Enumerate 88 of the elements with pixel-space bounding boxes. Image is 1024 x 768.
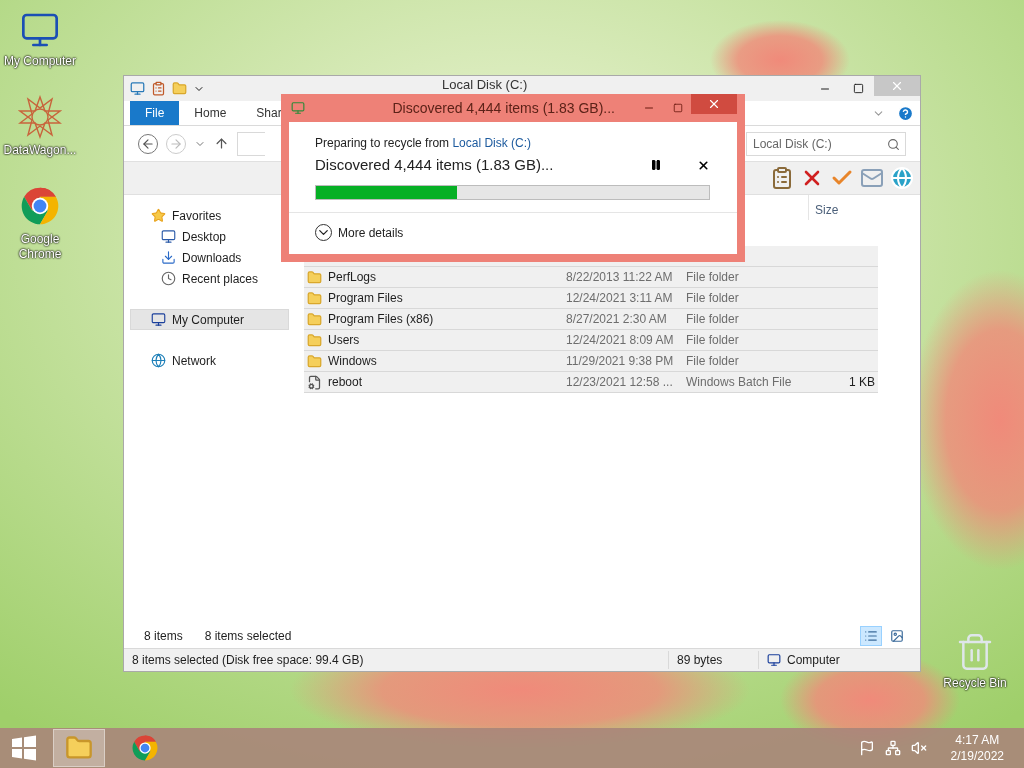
selected-count: 8 items selected: [204, 627, 292, 645]
clock-icon: [161, 271, 176, 286]
network-icon[interactable]: [884, 740, 901, 756]
window-title: Local Disk (C:): [442, 77, 528, 93]
file-row[interactable]: Users 12/24/2021 8:09 AM File folder: [304, 330, 878, 351]
explorer-taskbar-button[interactable]: [53, 729, 105, 767]
network-icon: [151, 353, 166, 368]
sidebar-label: Downloads: [182, 249, 242, 267]
date-cell-text: 8/27/2021 2:30 AM: [566, 311, 668, 328]
file-menu-tab[interactable]: File: [130, 101, 180, 125]
sidebar-label: Favorites: [172, 207, 222, 225]
date-cell-text: 11/29/2021 9:38 PM: [566, 353, 675, 370]
maximize-icon[interactable]: [853, 83, 864, 94]
file-name: reboot: [328, 374, 363, 391]
more-details-button[interactable]: More details: [289, 223, 737, 242]
type-cell-text: File folder: [686, 353, 740, 370]
date-cell-text: 12/24/2021 8:09 AM: [566, 332, 675, 349]
desktop-icon: [161, 229, 176, 244]
details-view-button[interactable]: [860, 625, 882, 646]
status-location: Computer: [787, 652, 840, 669]
help-icon[interactable]: [897, 104, 914, 122]
search-icon: [887, 137, 900, 151]
picture-icon: [890, 628, 904, 643]
dialog-title: Discovered 4,444 items (1.83 GB)...: [392, 98, 615, 118]
file-name: Program Files (x86): [328, 311, 434, 328]
date-cell-text: 12/24/2021 3:11 AM: [566, 290, 674, 307]
sidebar-item[interactable]: Network: [130, 350, 289, 371]
sidebar-label: Network: [172, 352, 216, 370]
globe-icon[interactable]: [890, 166, 914, 190]
envelope-icon[interactable]: [860, 166, 884, 190]
folder-icon: [307, 269, 322, 285]
item-count: 8 items: [144, 627, 183, 645]
muted-speaker-icon[interactable]: [910, 740, 927, 756]
search-field[interactable]: Local Disk (C:): [746, 131, 906, 156]
file-name: Program Files: [328, 290, 403, 307]
size-cell: 1 KB: [849, 375, 875, 389]
new-folder-icon[interactable]: [172, 81, 187, 96]
source-link[interactable]: Local Disk (C:): [452, 136, 532, 150]
folder-icon: [65, 734, 93, 762]
clipboard-icon[interactable]: [770, 166, 794, 190]
pause-icon[interactable]: [650, 159, 662, 172]
date-cell-text: 12/23/2021 12:58 ...: [566, 374, 674, 391]
file-row[interactable]: PerfLogs 8/22/2013 11:22 AM File folder: [304, 267, 878, 288]
computer-icon: [151, 312, 166, 327]
file-name: Users: [328, 332, 360, 349]
cancel-icon[interactable]: [697, 158, 710, 172]
file-row[interactable]: reboot 12/23/2021 12:58 ... Windows Batch File 1 KB: [304, 372, 878, 393]
star-icon: [151, 208, 166, 223]
type-cell-text: File folder: [686, 311, 740, 328]
file-row[interactable]: Program Files 12/24/2021 3:11 AM File folder: [304, 288, 878, 309]
close-icon: [707, 97, 721, 111]
start-button[interactable]: [11, 735, 37, 761]
sidebar-label: Desktop: [182, 228, 227, 246]
folder-icon: [307, 290, 322, 306]
ribbon-tab[interactable]: Home: [179, 101, 242, 125]
download-icon: [161, 250, 176, 265]
type-cell-text: File folder: [686, 269, 740, 286]
sidebar-item[interactable]: My Computer: [130, 309, 289, 330]
status-text: 8 items selected (Disk free space: 99.4 GB): [131, 652, 365, 669]
type-cell-text: File folder: [686, 332, 740, 349]
star-pattern-icon: [18, 95, 62, 139]
gear-file-icon: [307, 374, 322, 390]
type-cell-text: Windows Batch File: [686, 374, 793, 391]
file-name: PerfLogs: [328, 269, 377, 286]
dialog-app-icon: [291, 101, 305, 115]
sidebar-item[interactable]: Recent places: [130, 268, 289, 289]
close-icon: [890, 79, 904, 93]
file-row[interactable]: Program Files (x86) 8/27/2021 2:30 AM File folder: [304, 309, 878, 330]
chrome-icon: [130, 733, 160, 763]
sidebar-label: My Computer: [172, 311, 245, 329]
date-cell-text: 8/22/2013 11:22 AM: [566, 269, 674, 286]
column-header[interactable]: Size: [808, 195, 878, 220]
progress-status: Discovered 4,444 items (1.83 GB)...: [315, 155, 554, 175]
properties-icon[interactable]: [151, 81, 166, 96]
folder-icon: [307, 332, 322, 348]
up-icon[interactable]: [214, 136, 229, 151]
file-name: Windows: [328, 353, 377, 370]
flag-icon[interactable]: [858, 740, 875, 756]
folder-icon: [307, 311, 322, 327]
computer-icon: [767, 653, 781, 667]
list-icon: [864, 628, 878, 643]
source-text: Preparing to recycle from Local Disk (C:): [315, 135, 532, 152]
status-size: 89 bytes: [668, 651, 758, 669]
folder-icon: [307, 353, 322, 369]
file-row[interactable]: Windows 11/29/2021 9:38 PM File folder: [304, 351, 878, 372]
sidebar-label: Recent places: [182, 270, 259, 288]
close-button[interactable]: [691, 94, 737, 114]
type-cell-text: File folder: [686, 290, 740, 307]
